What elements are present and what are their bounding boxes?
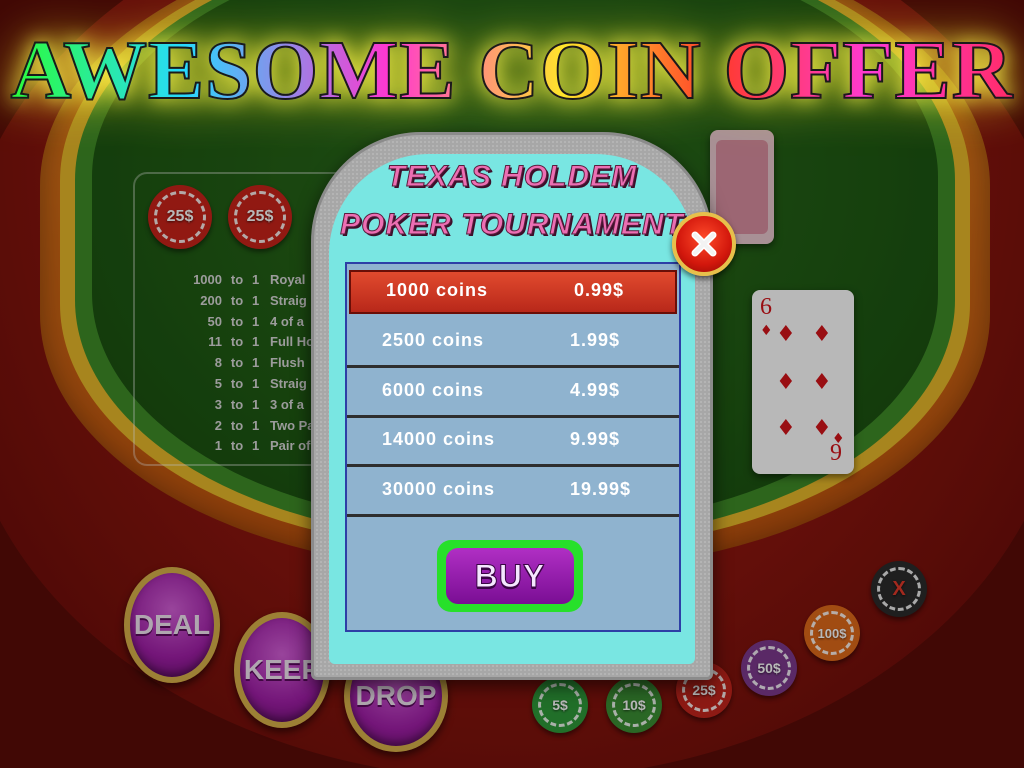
offer-coins: 30000 coins	[382, 478, 496, 499]
offer-row[interactable]: 1000 coins 0.99$	[349, 270, 677, 314]
offer-coins: 14000 coins	[382, 429, 496, 450]
dialog-title-line1: TEXAS HOLDEM	[386, 160, 638, 194]
offer-row[interactable]: 6000 coins 4.99$	[347, 369, 679, 418]
close-x-icon	[691, 231, 717, 257]
offer-coins: 2500 coins	[382, 330, 485, 351]
offer-price: 4.99$	[570, 379, 621, 400]
offer-row[interactable]: 2500 coins 1.99$	[347, 319, 679, 369]
offer-row[interactable]: 30000 coins 19.99$	[347, 468, 679, 517]
offer-list: 1000 coins 0.99$ 2500 coins 1.99$ 6000 coins…	[345, 262, 681, 522]
offer-price: 9.99$	[570, 429, 621, 450]
offer-price: 1.99$	[570, 330, 621, 351]
buy-button-label: BUY	[474, 557, 546, 594]
offer-price: 0.99$	[574, 280, 625, 300]
offer-coins: 1000 coins	[386, 280, 489, 300]
buy-button-face: BUY	[446, 548, 574, 604]
buy-button[interactable]: BUY	[437, 540, 583, 612]
close-button[interactable]	[672, 212, 736, 276]
offer-row[interactable]: 14000 coins 9.99$	[347, 418, 679, 468]
offer-coins: 6000 coins	[382, 379, 485, 400]
dialog-title-line2: POKER TOURNAMENT	[340, 208, 684, 242]
promo-headline: AWESOME COIN OFFER	[0, 22, 1024, 119]
offer-price: 19.99$	[570, 478, 632, 499]
